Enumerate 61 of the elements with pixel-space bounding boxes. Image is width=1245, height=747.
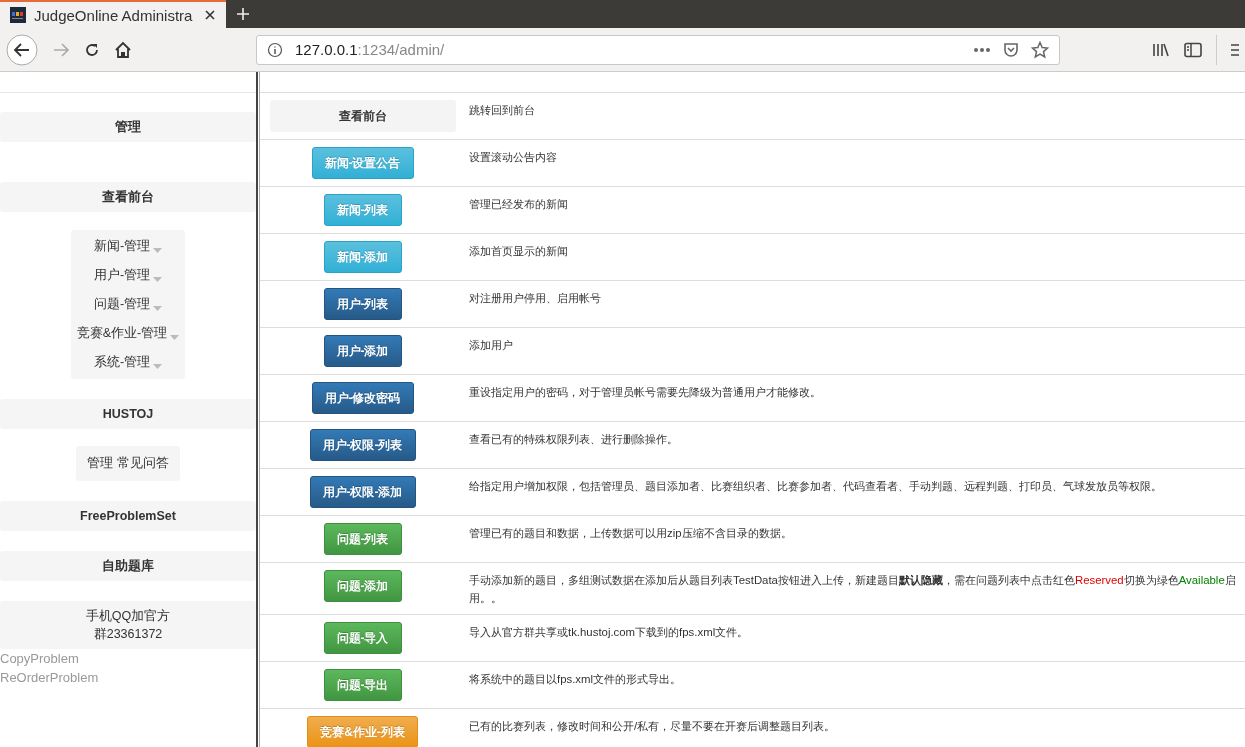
caret-icon <box>153 363 163 369</box>
action-description: 已有的比赛列表，修改时间和公开/私有，尽量不要在开赛后调整题目列表。 <box>469 720 836 732</box>
sidebar-header[interactable]: 管理 <box>0 112 256 142</box>
library-icon[interactable] <box>1152 41 1170 58</box>
admin-action-button[interactable]: 用户-列表 <box>323 288 402 320</box>
url-text: 127.0.0.1:1234/admin/ <box>295 41 446 58</box>
dropdown-toggle[interactable]: 竞赛&作业-管理 <box>76 319 180 348</box>
caret-icon <box>153 276 163 282</box>
admin-action-button[interactable]: 用户-权限-添加 <box>309 476 416 508</box>
qq-group-note: 手机QQ加官方 <box>85 608 171 625</box>
admin-action-button[interactable]: 问题-导出 <box>323 669 402 701</box>
sidebar-header[interactable]: 自助题库 <box>0 551 256 581</box>
admin-action-button[interactable]: 用户-权限-列表 <box>309 429 416 461</box>
menu-icon[interactable] <box>1231 42 1239 57</box>
admin-action-button[interactable]: 问题-添加 <box>323 570 402 602</box>
back-icon[interactable] <box>6 33 38 66</box>
more-icon[interactable] <box>973 46 991 53</box>
dropdown-toggle[interactable]: 问题-管理 <box>76 290 180 319</box>
tab-title: JudgeOnline Administra <box>34 6 194 24</box>
caret-icon <box>153 247 163 253</box>
action-description: 设置滚动公告内容 <box>469 151 557 163</box>
action-description: 添加首页显示的新闻 <box>469 245 568 257</box>
admin-action-button[interactable]: 问题-导入 <box>323 622 402 654</box>
info-icon[interactable] <box>267 41 283 58</box>
sidebar-icon[interactable] <box>1184 41 1202 58</box>
action-description: 查看已有的特殊权限列表、进行删除操作。 <box>469 433 678 445</box>
sidebar-link[interactable]: CopyProblem <box>0 649 79 668</box>
qq-group-note: 群23361372 <box>93 626 163 643</box>
action-description: 添加用户 <box>469 339 513 351</box>
action-description: 对注册用户停用、启用帐号 <box>469 292 601 304</box>
browser-tab[interactable]: JudgeOnline Administra <box>0 0 226 28</box>
action-description: 手动添加新的题目，多组测试数据在添加后从题目列表TestData按钮进入上传，新建题目默认隐藏，需在问题列表中点击红色Reserved切换为绿色Available启用。。 <box>469 574 1236 604</box>
home-icon[interactable] <box>114 40 132 59</box>
sidebar-link[interactable]: ReOrderProblem <box>0 668 99 687</box>
admin-action-button[interactable]: 用户-修改密码 <box>311 382 414 414</box>
site-favicon-icon <box>10 7 26 23</box>
admin-action-button[interactable]: 用户-添加 <box>323 335 402 367</box>
star-icon[interactable] <box>1031 40 1049 59</box>
pocket-icon[interactable] <box>1003 41 1019 58</box>
action-description: 给指定用户增加权限，包括管理员、题目添加者、比赛组织者、比赛参加者、代码查看者、手动判题、远程判题、打印员、气球发放员等权限。 <box>469 480 1162 492</box>
faq-button[interactable]: 管理 常见问答 <box>76 446 180 481</box>
sidebar-header[interactable]: FreeProblemSet <box>0 501 256 531</box>
action-description: 管理已经发布的新闻 <box>469 198 568 210</box>
caret-icon <box>153 305 163 311</box>
action-description: 将系统中的题目以fps.xml文件的形式导出。 <box>469 673 682 685</box>
admin-action-button[interactable]: 问题-列表 <box>323 523 402 555</box>
dropdown-toggle[interactable]: 新闻-管理 <box>76 232 180 261</box>
action-description: 重设指定用户的密码，对于管理员帐号需要先降级为普通用户才能修改。 <box>469 386 821 398</box>
close-icon[interactable] <box>204 9 216 21</box>
action-description: 跳转回到前台 <box>469 104 535 116</box>
action-description: 管理已有的题目和数据，上传数据可以用zip压缩不含目录的数据。 <box>469 527 792 539</box>
reload-icon[interactable] <box>84 41 100 58</box>
admin-action-button[interactable]: 查看前台 <box>269 100 456 132</box>
address-bar[interactable]: 127.0.0.1:1234/admin/ <box>256 34 1060 65</box>
sidebar-header[interactable]: HUSTOJ <box>0 399 256 429</box>
dropdown-toggle[interactable]: 用户-管理 <box>76 261 180 290</box>
dropdown-toggle[interactable]: 系统-管理 <box>76 348 180 377</box>
sidebar-header[interactable]: 查看前台 <box>0 182 256 212</box>
new-tab-icon[interactable] <box>236 7 250 21</box>
caret-icon <box>170 334 180 340</box>
action-description: 导入从官方群共享或tk.hustoj.com下载到的fps.xml文件。 <box>469 626 749 638</box>
